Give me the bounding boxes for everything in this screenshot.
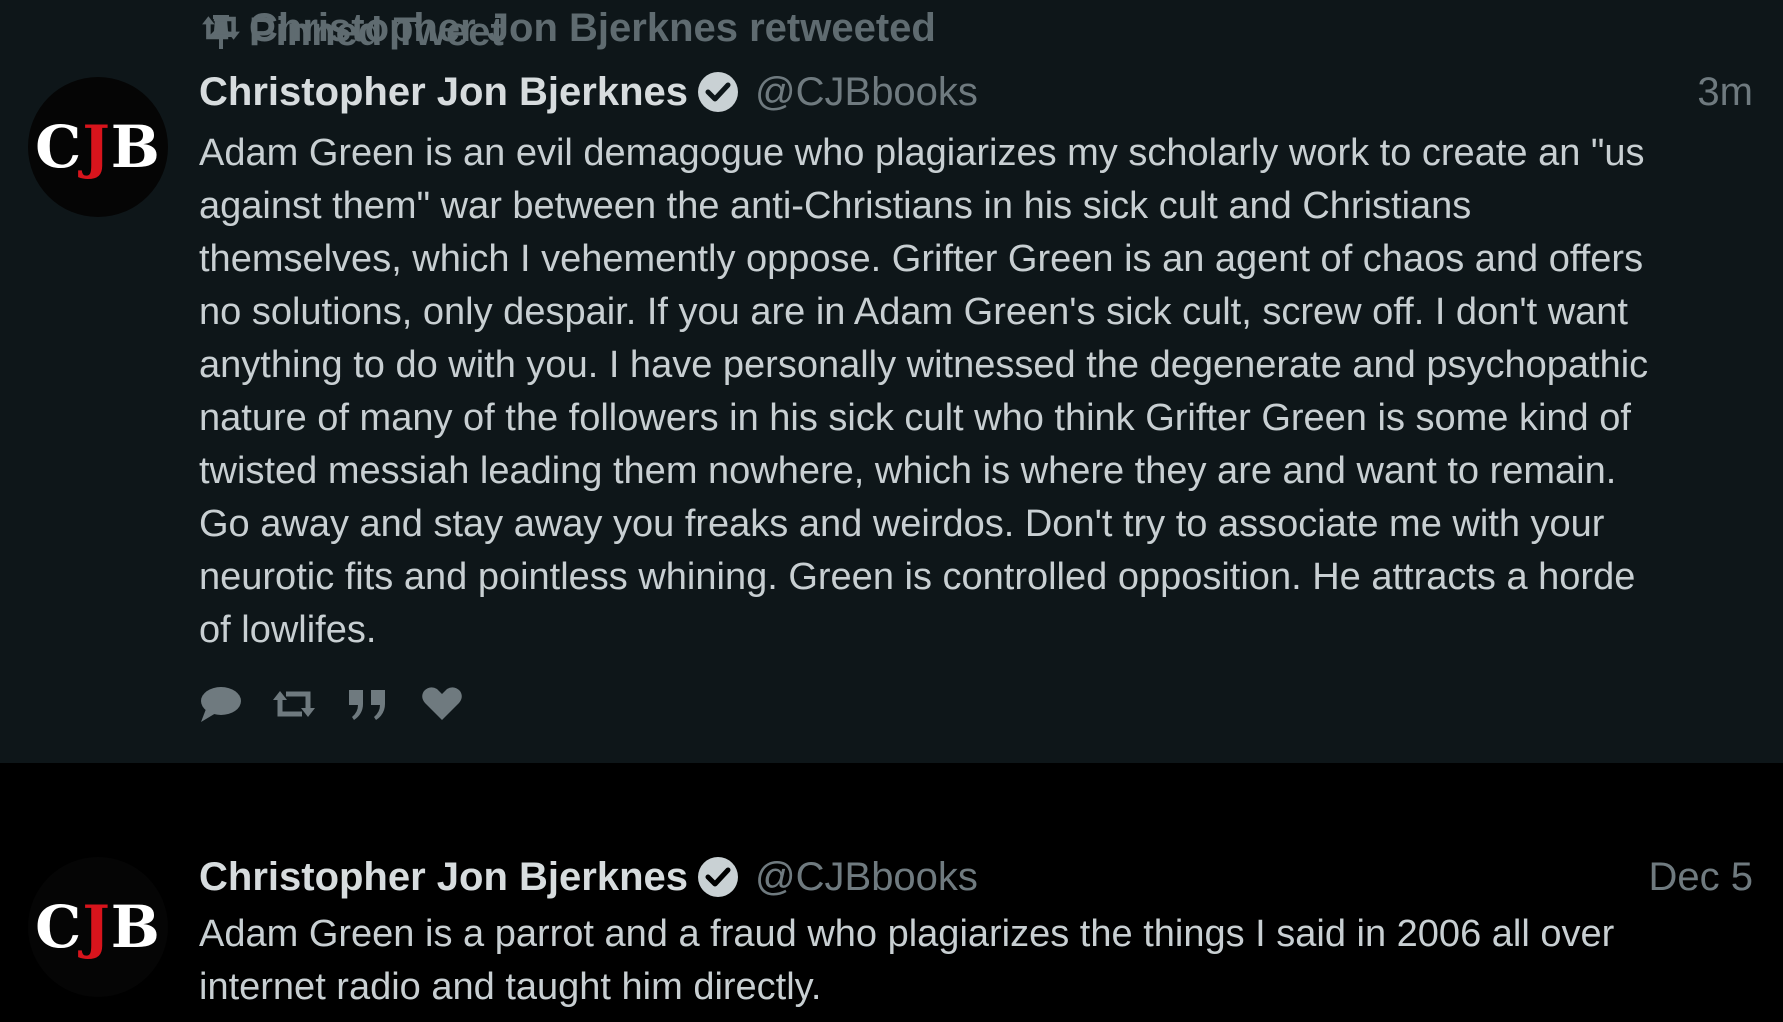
quote-icon[interactable]: [345, 683, 391, 725]
tweet-text: Adam Green is an evil demagogue who plag…: [199, 127, 1759, 657]
like-icon[interactable]: [419, 683, 465, 725]
retweet-context-label[interactable]: Christopher Jon Bjerknes retweeted: [249, 6, 936, 51]
tweet-actions: [197, 683, 493, 725]
timestamp[interactable]: Dec 5: [1649, 855, 1754, 900]
user-handle[interactable]: @CJBbooks: [755, 855, 978, 900]
verified-badge-icon: [697, 71, 739, 113]
avatar-letter: B: [110, 893, 161, 961]
tweet-text-line: Go away and stay away you freaks and wei…: [199, 503, 1605, 545]
tweet-header: Christopher Jon Bjerknes @CJBbooks Dec 5: [199, 849, 1753, 905]
tweet-text-line: nature of many of the followers in his s…: [199, 397, 1631, 439]
display-name[interactable]: Christopher Jon Bjerknes: [199, 70, 688, 115]
retweet-icon[interactable]: [271, 683, 317, 725]
avatar-letter: J: [82, 113, 111, 181]
tweet-text-line: themselves, which I vehemently oppose. G…: [199, 238, 1644, 280]
avatar-letter: C: [35, 113, 83, 181]
retweet-context: Christopher Jon Bjerknes retweeted: [199, 0, 936, 56]
tweet-text-line: anything to do with you. I have personal…: [199, 344, 1649, 386]
tweet-text-line: Adam Green is an evil demagogue who plag…: [199, 132, 1645, 174]
user-handle[interactable]: @CJBbooks: [755, 70, 978, 115]
avatar-letter: J: [82, 893, 111, 961]
tweet-text-line: internet radio and taught him directly.: [199, 966, 822, 1008]
display-name[interactable]: Christopher Jon Bjerknes: [199, 855, 688, 900]
timeline-feed: Pinned Tweet CJB Christopher Jon Bjerkne…: [0, 0, 1783, 1022]
timestamp[interactable]: 3m: [1697, 70, 1753, 115]
tweet-text-line: against them" war between the anti-Chris…: [199, 185, 1472, 227]
avatar[interactable]: CJB: [28, 857, 168, 997]
pinned-tweet[interactable]: Pinned Tweet CJB Christopher Jon Bjerkne…: [0, 0, 1783, 763]
tweet-text-line: Adam Green is a parrot and a fraud who p…: [199, 913, 1615, 955]
retweet-icon: [199, 8, 243, 48]
tweet-text: Adam Green is a parrot and a fraud who p…: [199, 908, 1759, 1014]
tweet-header: Christopher Jon Bjerknes @CJBbooks 3m: [199, 64, 1753, 120]
avatar[interactable]: CJB: [28, 77, 168, 217]
tweet-text-line: of lowlifes.: [199, 609, 377, 651]
tweet-text-line: no solutions, only despair. If you are i…: [199, 291, 1628, 333]
avatar-letter: C: [35, 893, 83, 961]
avatar-letter: B: [110, 113, 161, 181]
tweet-text-line: twisted messiah leading them nowhere, wh…: [199, 450, 1617, 492]
verified-badge-icon: [697, 856, 739, 898]
reply-icon[interactable]: [197, 683, 243, 725]
tweet-text-line: neurotic fits and pointless whining. Gre…: [199, 556, 1636, 598]
